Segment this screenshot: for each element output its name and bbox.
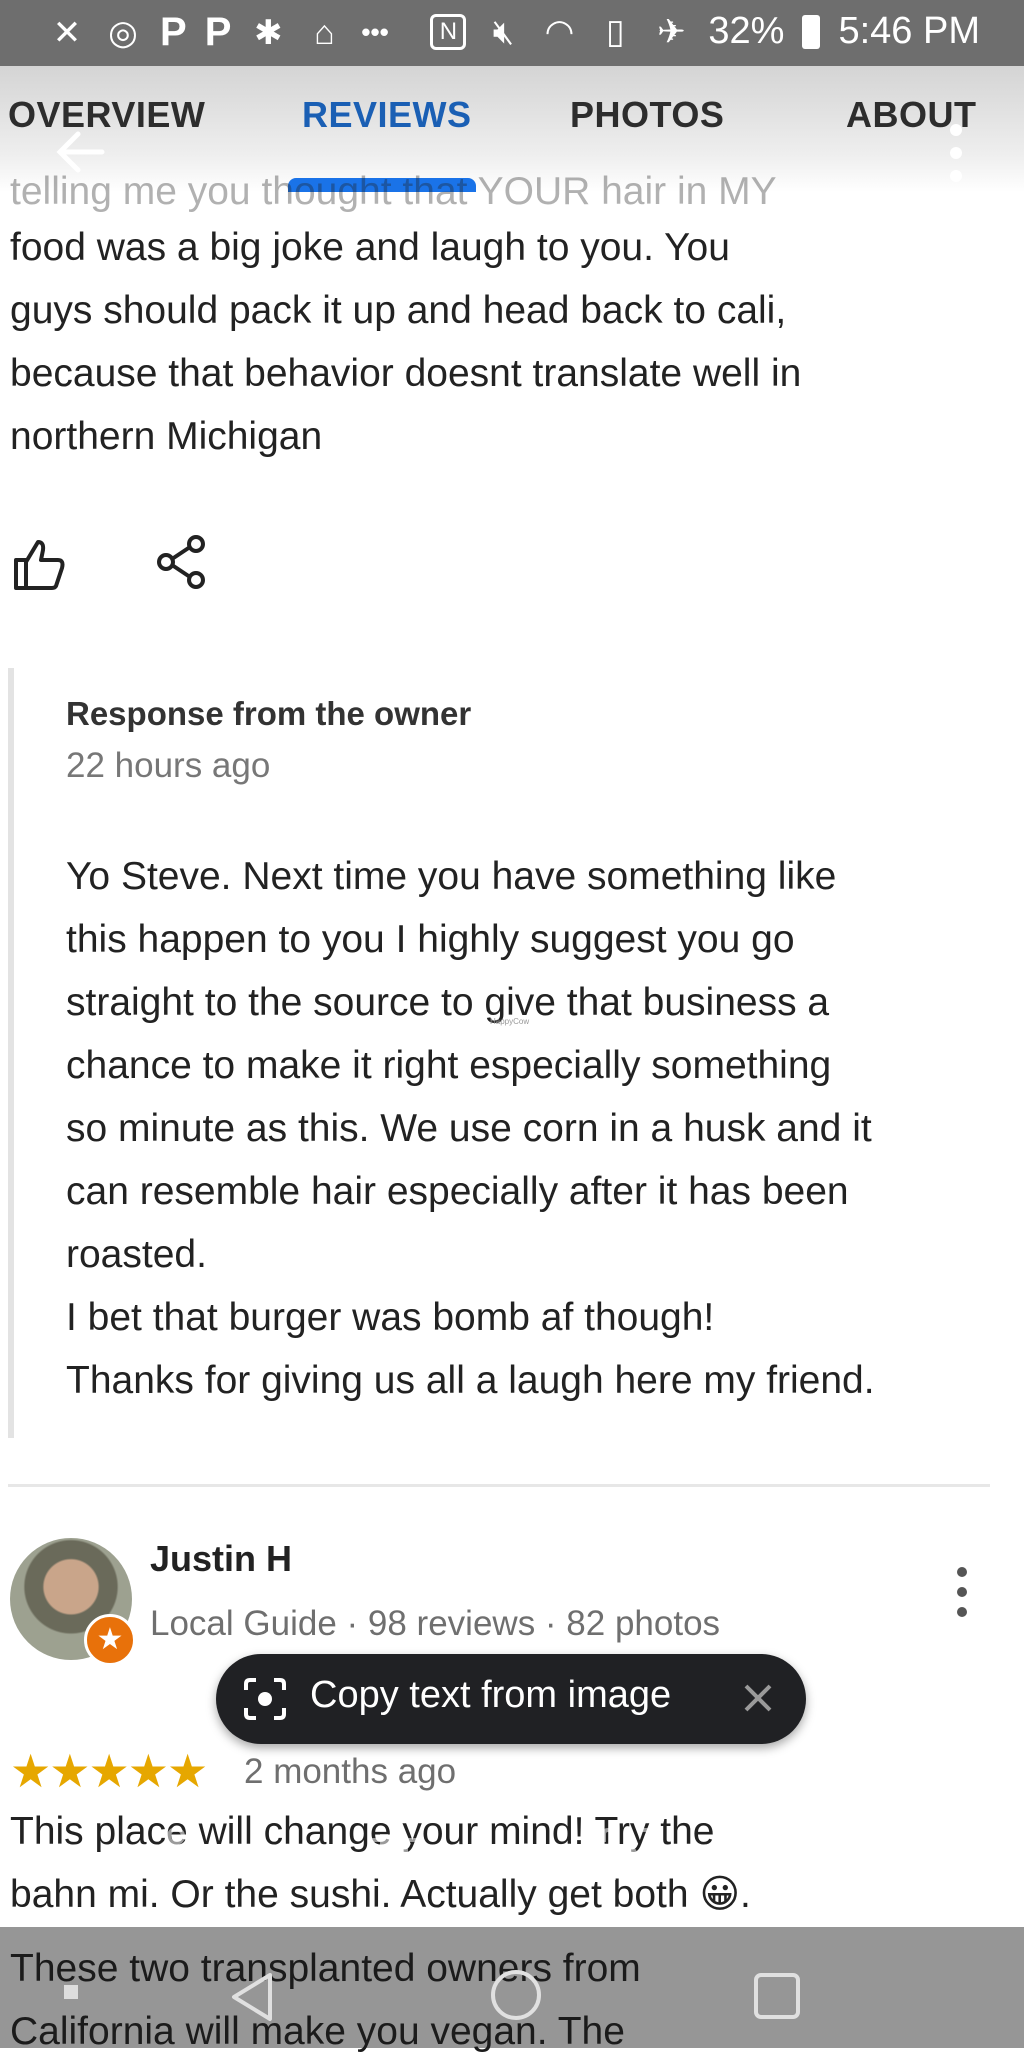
battery-icon <box>802 14 821 49</box>
nfc-icon: N <box>430 13 467 50</box>
owner-response-time: 22 hours ago <box>66 746 271 785</box>
nav-dot-icon <box>64 1985 78 1999</box>
p-icon: P <box>160 10 187 54</box>
system-nav-bar: These two transplanted owners from Calif… <box>0 1927 1024 2053</box>
adjust-icon[interactable] <box>366 1828 422 1880</box>
review-text-cut-line: telling me you thought that YOUR hair in… <box>10 170 777 213</box>
close-icon[interactable] <box>738 1678 778 1718</box>
owner-response-line: I bet that burger was bomb af though! <box>66 1296 715 1339</box>
review-divider <box>8 1484 990 1487</box>
star-rating: ★★★★★ <box>10 1745 208 1797</box>
review-line: guys should pack it up and head back to … <box>10 289 787 332</box>
share-icon[interactable] <box>138 1826 188 1882</box>
share-icon[interactable] <box>156 534 208 590</box>
thumbs-up-icon[interactable] <box>10 536 66 592</box>
local-guide-badge-icon: ★ <box>84 1614 136 1666</box>
more-vert-icon[interactable] <box>950 1566 974 1618</box>
reviewer-meta: Local Guide · 98 reviews · 82 photos <box>150 1604 721 1643</box>
nav-back-icon[interactable] <box>228 1969 276 2025</box>
home-icon: ⌂ <box>314 13 335 52</box>
wifi-icon: ◠ <box>544 12 575 51</box>
dog-icon: ✱ <box>254 13 283 52</box>
owner-response-line: can resemble hair especially after it ha… <box>66 1170 849 1213</box>
whatsapp-icon: ◎ <box>108 13 138 52</box>
airplane-icon: ✈ <box>657 12 686 51</box>
review-line: food was a big joke and laugh to you. Yo… <box>10 226 730 269</box>
watermark: HappyCow <box>490 1017 530 1026</box>
owner-response-line: Yo Steve. Next time you have something l… <box>66 855 837 898</box>
owner-response-line: roasted. <box>66 1233 207 1276</box>
owner-response-line: Thanks for giving us all a laugh here my… <box>66 1359 875 1402</box>
no-sim-icon: ▯ <box>606 12 625 51</box>
copy-text-label: Copy text from image <box>310 1674 672 1716</box>
owner-response-line: this happen to you I highly suggest you … <box>66 918 795 961</box>
copy-text-from-image-chip[interactable]: Copy text from image <box>216 1654 806 1744</box>
lens-icon <box>244 1678 286 1720</box>
review-line: northern Michigan <box>10 415 323 458</box>
status-bar: ✕ ◎ P P ✱ ⌂ ••• N 🔇︎ ◠ ▯ ✈ 32% 5:46 PM <box>0 0 1024 66</box>
nav-recents-icon[interactable] <box>752 1971 802 2021</box>
owner-response-line: so minute as this. We use corn in a husk… <box>66 1107 872 1150</box>
mute-icon: 🔇︎ <box>492 12 515 51</box>
settings-x-icon: ✕ <box>52 13 82 52</box>
p-icon: P <box>204 10 232 54</box>
owner-response-line: chance to make it right especially somet… <box>66 1044 832 1087</box>
clock: 5:46 PM <box>838 10 980 52</box>
owner-response-title: Response from the owner <box>66 695 472 732</box>
battery-percent: 32% <box>708 10 785 52</box>
tab-reviews[interactable]: REVIEWS <box>302 94 472 136</box>
more-vert-icon[interactable] <box>944 118 968 188</box>
review-line: because that behavior doesnt translate w… <box>10 352 802 395</box>
lens-icon[interactable] <box>600 1826 656 1882</box>
tab-photos[interactable]: PHOTOS <box>570 94 724 136</box>
owner-response-line: straight to the source to give that busi… <box>66 981 830 1024</box>
reviewer-name[interactable]: Justin H <box>150 1538 292 1580</box>
nav-home-icon[interactable] <box>488 1967 544 2023</box>
delete-icon[interactable] <box>838 1822 886 1880</box>
owner-response-bar <box>8 668 14 1438</box>
review-age: 2 months ago <box>244 1752 457 1791</box>
review-line: These two transplanted owners from <box>10 1947 641 1990</box>
more-dots-icon: ••• <box>361 17 389 47</box>
